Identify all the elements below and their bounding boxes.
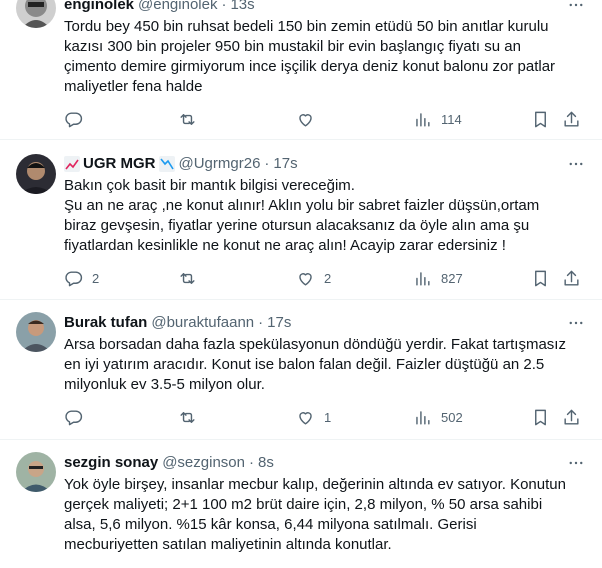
like-icon <box>299 272 312 286</box>
reply-icon <box>65 409 83 425</box>
tweet-header: sezgin sonay @sezginson · 8s <box>64 453 586 473</box>
tweet-text: Arsa borsadan daha fazla spekülasyonun d… <box>64 336 566 393</box>
user-handle[interactable]: @buraktufaann <box>151 313 254 333</box>
tweet-text: Yok öyle birşey, insanlar mecbur kalıp, … <box>64 476 566 553</box>
more-icon[interactable] <box>566 0 586 15</box>
retweet-button[interactable] <box>178 268 206 288</box>
view-count: 502 <box>441 409 463 425</box>
share-icon <box>564 111 579 127</box>
reply-icon <box>65 270 83 286</box>
display-name[interactable]: UGR MGR <box>83 154 156 174</box>
views-button[interactable]: 502 <box>413 407 463 427</box>
timestamp[interactable]: 8s <box>258 453 274 473</box>
share-button[interactable] <box>562 407 581 427</box>
timeline-feed: enginolek @enginolek · 13s Tordu bey 450… <box>0 0 602 553</box>
timestamp[interactable]: 17s <box>273 154 297 174</box>
separator-dot: · <box>258 314 264 331</box>
like-icon <box>299 411 312 425</box>
tweet[interactable]: UGR MGR @Ugrmgr26 · 17s Bakın çok basit … <box>0 140 602 300</box>
bookmark-icon <box>535 111 546 127</box>
reply-count: 2 <box>92 270 100 286</box>
display-name[interactable]: enginolek <box>64 0 134 15</box>
tweet-actions: 114 <box>0 109 602 129</box>
tweet-actions: 1 502 <box>0 407 602 427</box>
retweet-icon <box>180 272 195 284</box>
bookmark-button[interactable] <box>531 407 550 427</box>
user-handle[interactable]: @sezginson <box>162 453 245 473</box>
separator-dot: · <box>221 0 227 13</box>
share-icon <box>564 270 579 286</box>
chart-down-emoji <box>158 156 175 172</box>
like-icon <box>299 113 312 127</box>
like-button[interactable]: 2 <box>296 268 331 288</box>
chart-up-emoji <box>64 156 80 172</box>
timestamp[interactable]: 17s <box>267 313 291 333</box>
tweet-header: Burak tufan @buraktufaann · 17s <box>64 313 586 333</box>
avatar[interactable] <box>16 0 56 28</box>
reply-button[interactable] <box>64 109 92 129</box>
avatar[interactable] <box>16 154 56 194</box>
share-icon <box>564 409 579 425</box>
retweet-icon <box>180 113 195 125</box>
tweet-text: Tordu bey 450 bin ruhsat bedeli 150 bin … <box>64 18 556 95</box>
views-icon <box>416 112 430 127</box>
reply-button[interactable] <box>64 407 92 427</box>
views-icon <box>416 410 430 425</box>
avatar[interactable] <box>16 312 56 352</box>
reply-button[interactable]: 2 <box>64 268 99 288</box>
display-name[interactable]: Burak tufan <box>64 313 147 333</box>
bookmark-button[interactable] <box>531 268 550 288</box>
retweet-button[interactable] <box>178 109 206 129</box>
share-button[interactable] <box>562 268 581 288</box>
view-count: 827 <box>441 270 463 286</box>
share-button[interactable] <box>562 109 581 129</box>
views-button[interactable]: 114 <box>413 109 462 129</box>
display-name[interactable]: sezgin sonay <box>64 453 158 473</box>
more-icon[interactable] <box>566 154 586 174</box>
retweet-button[interactable] <box>178 407 206 427</box>
tweet[interactable]: enginolek @enginolek · 13s Tordu bey 450… <box>0 0 602 140</box>
tweet-header: enginolek @enginolek · 13s <box>64 0 586 15</box>
more-icon[interactable] <box>566 313 586 333</box>
tweet-text: Bakın çok basit bir mantık bilgisi verec… <box>64 177 540 254</box>
separator-dot: · <box>264 155 270 172</box>
tweet-actions: 2 2 827 <box>0 268 602 288</box>
tweet-header: UGR MGR @Ugrmgr26 · 17s <box>64 154 586 174</box>
more-icon[interactable] <box>566 453 586 473</box>
user-handle[interactable]: @Ugrmgr26 <box>179 154 261 174</box>
retweet-icon <box>180 411 195 423</box>
like-button[interactable] <box>296 109 324 129</box>
bookmark-button[interactable] <box>531 109 550 129</box>
like-count: 1 <box>324 409 332 425</box>
separator-dot: · <box>248 454 254 471</box>
bookmark-icon <box>535 270 546 286</box>
tweet[interactable]: Burak tufan @buraktufaann · 17s Arsa bor… <box>0 300 602 440</box>
reply-icon <box>65 111 83 127</box>
like-count: 2 <box>324 270 332 286</box>
user-handle[interactable]: @enginolek <box>138 0 217 15</box>
avatar[interactable] <box>16 452 56 492</box>
views-button[interactable]: 827 <box>413 268 463 288</box>
tweet[interactable]: sezgin sonay @sezginson · 8s Yok öyle bi… <box>0 440 602 568</box>
like-button[interactable]: 1 <box>296 407 331 427</box>
views-icon <box>416 271 430 286</box>
timestamp[interactable]: 13s <box>230 0 254 15</box>
bookmark-icon <box>535 409 546 425</box>
